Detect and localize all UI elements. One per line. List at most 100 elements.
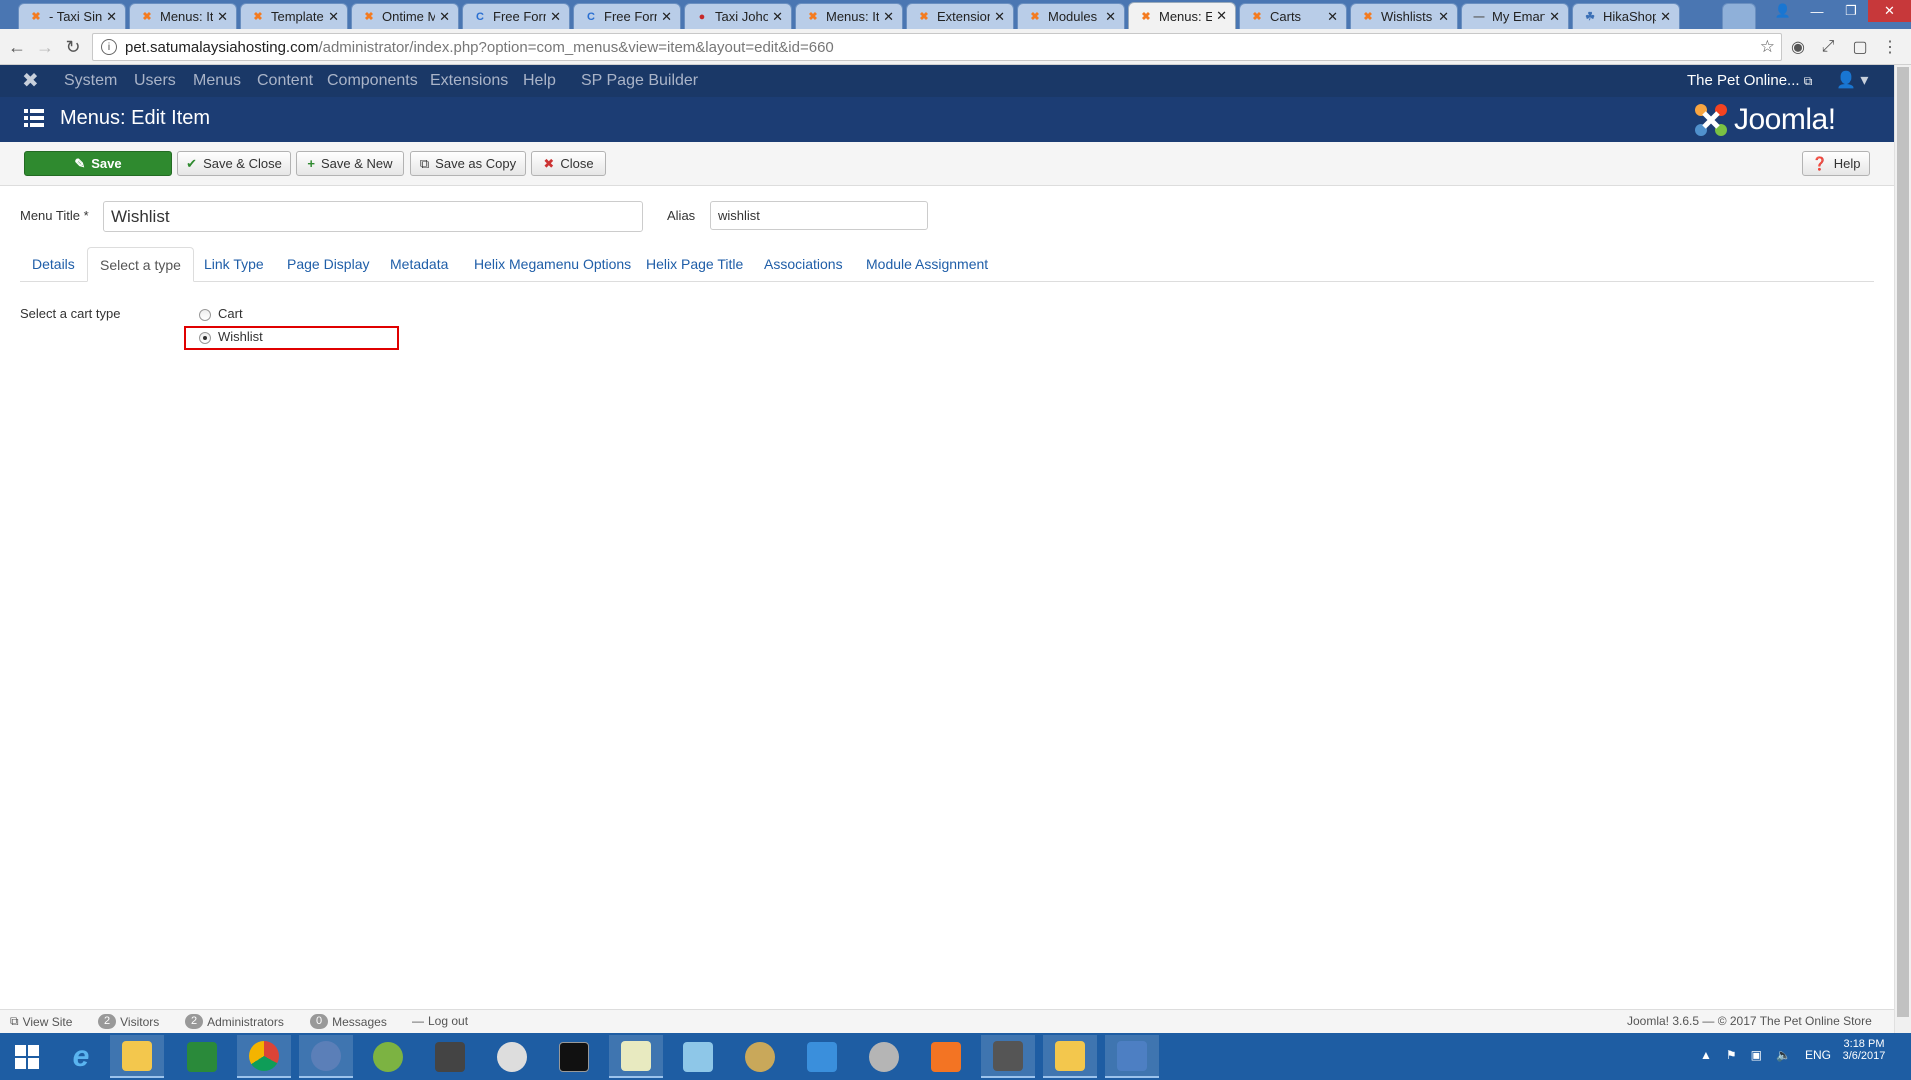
browser-tab[interactable]: — My Emart ✕ [1461,3,1569,29]
tray-up-icon[interactable]: ▲ [1700,1048,1712,1062]
screenshot-icon[interactable] [795,1035,849,1078]
tab-details[interactable]: Details [20,247,87,282]
logout-link[interactable]: — Log out [412,1014,468,1028]
view-site-link[interactable]: ⧉ View Site [10,1014,72,1029]
app-icon[interactable] [423,1035,477,1078]
scrollbar-thumb[interactable] [1897,67,1909,1017]
save-copy-button[interactable]: ⧉ Save as Copy [410,151,526,176]
chrome-icon[interactable] [237,1035,291,1078]
camera-extension-icon[interactable]: ◉ [1786,35,1810,59]
close-tab-icon[interactable]: ✕ [550,9,561,25]
browser-tab[interactable]: ● Taxi Johor ✕ [684,3,792,29]
tab-select-a-type[interactable]: Select a type [87,247,194,282]
tab-helix-page-title[interactable]: Helix Page Title [634,247,755,282]
close-tab-icon[interactable]: ✕ [1549,9,1560,25]
folder-icon[interactable] [1043,1035,1097,1078]
administrators-link[interactable]: 2 Administrators [185,1014,284,1029]
browser-menu-icon[interactable]: ⋮ [1878,35,1902,59]
tab-associations[interactable]: Associations [752,247,855,282]
nav-item-users[interactable]: Users [134,65,176,97]
close-tab-icon[interactable]: ✕ [883,9,894,25]
nav-item-help[interactable]: Help [523,65,556,97]
thunderbird-icon[interactable] [299,1035,353,1078]
android-studio-icon[interactable] [361,1035,415,1078]
tab-page-display[interactable]: Page Display [275,247,382,282]
visitors-link[interactable]: 2 Visitors [98,1014,159,1029]
nav-item-system[interactable]: System [64,65,117,97]
close-tab-icon[interactable]: ✕ [1660,9,1671,25]
tab-link-type[interactable]: Link Type [192,247,276,282]
archive-icon[interactable] [981,1035,1035,1078]
nav-item-components[interactable]: Components [327,65,418,97]
tab-module-assignment[interactable]: Module Assignment [854,247,1000,282]
save-close-button[interactable]: ✔ Save & Close [177,151,291,176]
close-tab-icon[interactable]: ✕ [772,9,783,25]
user-icon[interactable]: 👤 [1766,0,1800,22]
close-window-icon[interactable]: ✕ [1868,0,1911,22]
messages-link[interactable]: 0 Messages [310,1014,387,1029]
browser-tab[interactable]: ✖ Carts ✕ [1239,3,1347,29]
notepad-icon[interactable] [671,1035,725,1078]
bookmark-star-icon[interactable]: ☆ [1760,37,1775,57]
clock[interactable]: 3:18 PM 3/6/2017 [1832,1038,1896,1062]
start-icon[interactable] [0,1035,54,1078]
browser-tab[interactable]: ✖ Menus: Ite ✕ [129,3,237,29]
close-tab-icon[interactable]: ✕ [1105,9,1116,25]
nav-item-extensions[interactable]: Extensions [430,65,508,97]
browser-tab[interactable]: C Free Form ✕ [462,3,570,29]
info-icon[interactable]: i [101,39,117,55]
network-app-icon[interactable] [1105,1035,1159,1078]
menu-title-input[interactable]: Wishlist [103,201,643,232]
language-indicator[interactable]: ENG [1805,1048,1831,1062]
close-tab-icon[interactable]: ✕ [1327,9,1338,25]
help-button[interactable]: ❓ Help [1802,151,1870,176]
close-tab-icon[interactable]: ✕ [106,9,117,25]
reload-icon[interactable]: ↻ [61,35,85,59]
spreadsheet-icon[interactable] [609,1035,663,1078]
browser-tab[interactable]: ☘ HikaShop ✕ [1572,3,1680,29]
close-tab-icon[interactable]: ✕ [1438,9,1449,25]
close-tab-icon[interactable]: ✕ [217,9,228,25]
nav-item-sp-page-builder[interactable]: SP Page Builder [581,65,698,97]
close-tab-icon[interactable]: ✕ [328,9,339,25]
capture-extension-icon[interactable]: ▢ [1848,35,1872,59]
forward-icon[interactable]: → [33,35,57,59]
browser-tab[interactable]: ✖ Menus: Ite ✕ [795,3,903,29]
nav-item-content[interactable]: Content [257,65,313,97]
xampp-icon[interactable] [919,1035,973,1078]
close-tab-icon[interactable]: ✕ [661,9,672,25]
browser-tab[interactable]: ✖ Ontime M ✕ [351,3,459,29]
restore-icon[interactable]: ❐ [1834,0,1868,22]
network-icon[interactable]: ▣ [1751,1048,1762,1062]
close-tab-icon[interactable]: ✕ [1216,8,1227,24]
close-tab-icon[interactable]: ✕ [994,9,1005,25]
flag-icon[interactable]: ⚑ [1726,1048,1737,1062]
tab-helix-megamenu-options[interactable]: Helix Megamenu Options [462,247,643,282]
browser-tab[interactable]: ✖ Wishlists ✕ [1350,3,1458,29]
image-editor-icon[interactable] [733,1035,787,1078]
nav-item-menus[interactable]: Menus [193,65,241,97]
command-prompt-icon[interactable] [547,1035,601,1078]
store-icon[interactable] [175,1035,229,1078]
internet-explorer-icon[interactable]: e [54,1035,108,1078]
fullscreen-extension-icon[interactable]: ⤢ [1816,35,1840,59]
tab-metadata[interactable]: Metadata [378,247,460,282]
browser-tab[interactable]: ✖ Menus: Ed✕ [1128,2,1236,29]
new-tab-button[interactable] [1722,3,1756,29]
browser-tab[interactable]: C Free Form ✕ [573,3,681,29]
browser-tab[interactable]: ✖ - Taxi Sing✕ [18,3,126,29]
file-explorer-icon[interactable] [110,1035,164,1078]
browser-tab[interactable]: ✖ Extension ✕ [906,3,1014,29]
save-new-button[interactable]: + Save & New [296,151,404,176]
browser-tab[interactable]: ✖ Templates ✕ [240,3,348,29]
filezilla-icon[interactable] [857,1035,911,1078]
close-button[interactable]: ✖ Close [531,151,606,176]
radio-cart[interactable] [199,309,211,321]
alias-input[interactable]: wishlist [710,201,928,230]
joomla-logo-icon[interactable]: ✖ [22,65,39,97]
back-icon[interactable]: ← [5,35,29,59]
user-menu-icon[interactable]: 👤 ▾ [1836,65,1868,97]
address-bar[interactable]: i pet.satumalaysiahosting.com/administra… [92,33,1782,61]
paint-icon[interactable] [485,1035,539,1078]
site-name-link[interactable]: The Pet Online... ⧉ [1687,65,1812,97]
